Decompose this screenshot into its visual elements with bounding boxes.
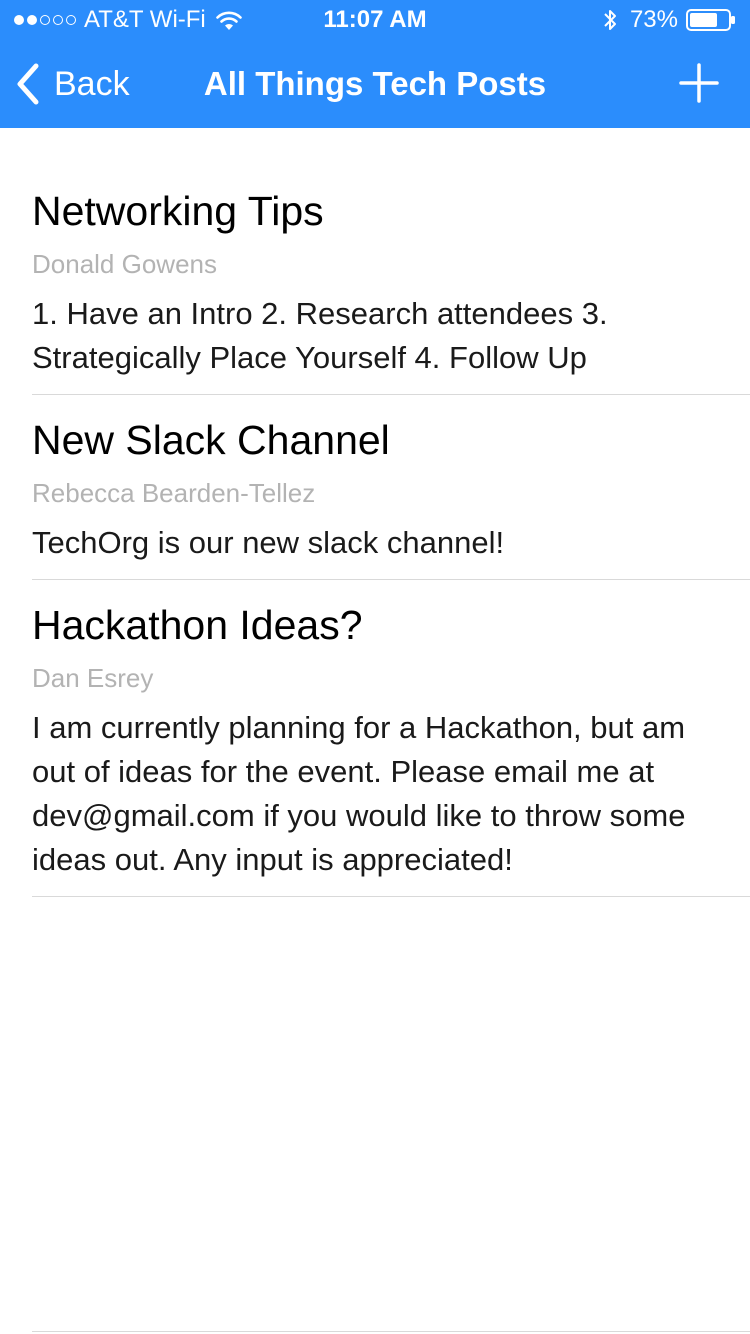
post-title: New Slack Channel bbox=[32, 417, 390, 463]
post-item[interactable]: Networking Tips Donald Gowens 1. Have an… bbox=[32, 128, 750, 395]
plus-icon bbox=[679, 63, 719, 103]
post-author: Donald Gowens bbox=[32, 249, 217, 279]
screen: AT&T Wi-Fi 11:07 AM 73% Back All Things … bbox=[0, 0, 750, 1334]
page-title: All Things Tech Posts bbox=[203, 65, 547, 102]
post-item[interactable]: New Slack Channel Rebecca Bearden-Tellez… bbox=[32, 395, 750, 580]
bottom-divider bbox=[32, 1331, 750, 1332]
back-label: Back bbox=[54, 64, 130, 103]
back-button[interactable]: Back bbox=[14, 60, 130, 108]
post-title: Networking Tips bbox=[32, 188, 324, 234]
status-right: 73% bbox=[602, 0, 736, 40]
add-post-button[interactable] bbox=[678, 62, 720, 104]
post-author: Dan Esrey bbox=[32, 663, 154, 693]
post-author: Rebecca Bearden-Tellez bbox=[32, 478, 316, 508]
post-body: TechOrg is our new slack channel! bbox=[32, 525, 505, 560]
post-item[interactable]: Hackathon Ideas? Dan Esrey I am currentl… bbox=[32, 580, 750, 897]
post-body: I am currently planning for a Hackathon,… bbox=[32, 710, 686, 877]
chevron-left-icon bbox=[17, 63, 39, 105]
post-title: Hackathon Ideas? bbox=[32, 602, 363, 648]
posts-list: Networking Tips Donald Gowens 1. Have an… bbox=[0, 128, 750, 897]
bluetooth-icon bbox=[604, 10, 616, 30]
nav-bar: Back All Things Tech Posts bbox=[0, 40, 750, 128]
post-body: 1. Have an Intro 2. Research attendees 3… bbox=[32, 296, 608, 375]
battery-icon bbox=[686, 9, 735, 31]
status-bar: AT&T Wi-Fi 11:07 AM 73% bbox=[0, 0, 750, 40]
header: AT&T Wi-Fi 11:07 AM 73% Back All Things … bbox=[0, 0, 750, 128]
battery-percent: 73% bbox=[629, 6, 678, 33]
